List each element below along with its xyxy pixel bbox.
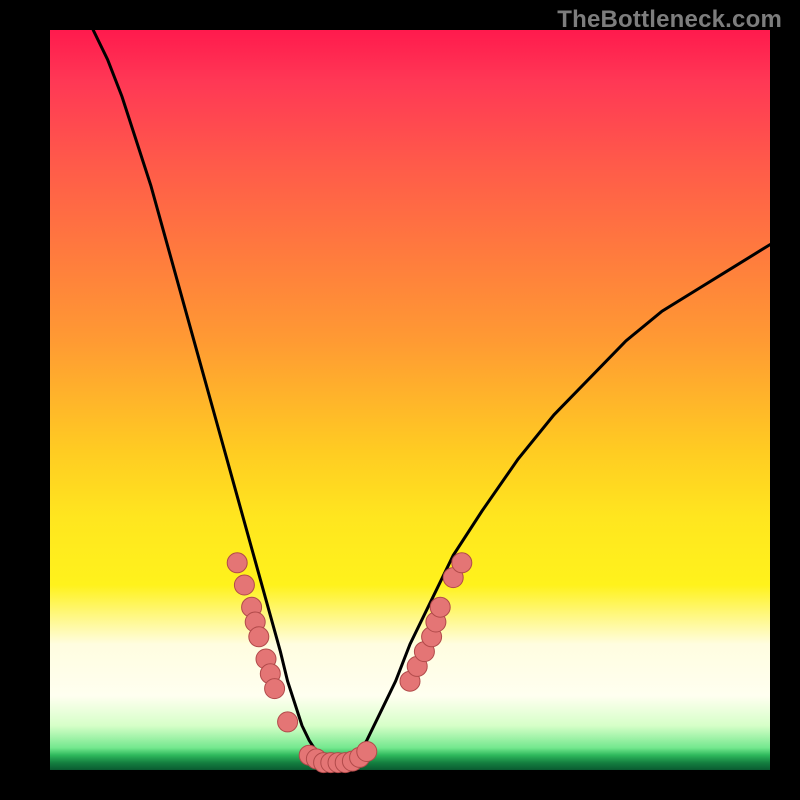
watermark-text: TheBottleneck.com [557, 6, 782, 34]
data-marker [278, 712, 298, 732]
data-marker [430, 597, 450, 617]
data-marker [357, 742, 377, 762]
data-marker [234, 575, 254, 595]
data-marker [249, 627, 269, 647]
data-marker [227, 553, 247, 573]
chart-frame: TheBottleneck.com [0, 0, 800, 800]
data-marker [452, 553, 472, 573]
chart-svg [50, 30, 770, 770]
data-marker [265, 679, 285, 699]
marker-layer [227, 553, 472, 773]
